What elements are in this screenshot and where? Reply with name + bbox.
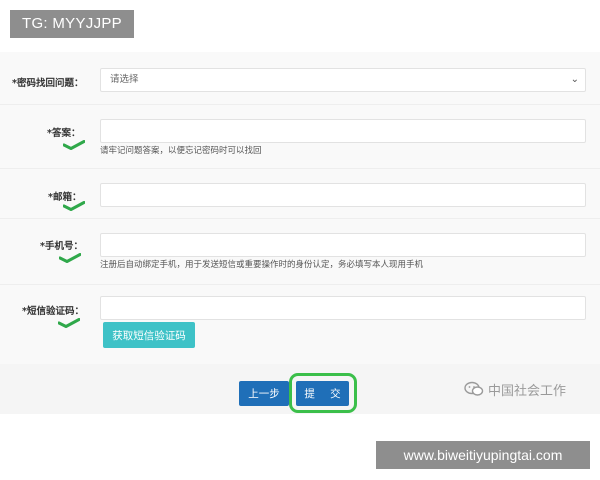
phone-hint: 注册后自动绑定手机，用于发送短信或重要操作时的身份认定，务必填写本人现用手机 [100,260,424,270]
checkmark-icon [59,253,81,263]
sms-code-label: *短信验证码： [22,306,84,317]
sms-code-input[interactable] [100,296,586,320]
security-question-label: *密码找回问题： [12,78,84,89]
answer-hint: 请牢记问题答案，以便忘记密码时可以找回 [100,146,262,156]
brand-name: 中国社会工作 [488,383,567,399]
chevron-down-icon: ⌄ [570,74,579,85]
answer-label: *答案： [47,128,81,139]
checkmark-icon [63,201,85,211]
get-sms-code-button[interactable]: 获取短信验证码 [103,322,195,348]
security-question-select[interactable]: 请选择 ⌄ [100,68,586,92]
phone-input[interactable] [100,233,586,257]
url-watermark: www.biweitiyupingtai.com [376,441,590,469]
prev-step-button[interactable]: 上一步 [239,381,289,406]
answer-input[interactable] [100,119,586,143]
checkmark-icon [58,318,80,328]
row-divider [0,104,600,105]
email-input[interactable] [100,183,586,207]
phone-label: *手机号： [40,241,83,252]
row-divider [0,218,600,219]
security-question-selected: 请选择 [110,74,139,85]
row-divider [0,168,600,169]
tg-watermark: TG: MYYJJPP [10,10,134,38]
brand-watermark: 中国社会工作 [464,380,567,399]
checkmark-icon [63,140,85,150]
wechat-icon [464,381,484,396]
row-divider [0,284,600,285]
submit-button[interactable]: 提 交 [296,381,349,406]
